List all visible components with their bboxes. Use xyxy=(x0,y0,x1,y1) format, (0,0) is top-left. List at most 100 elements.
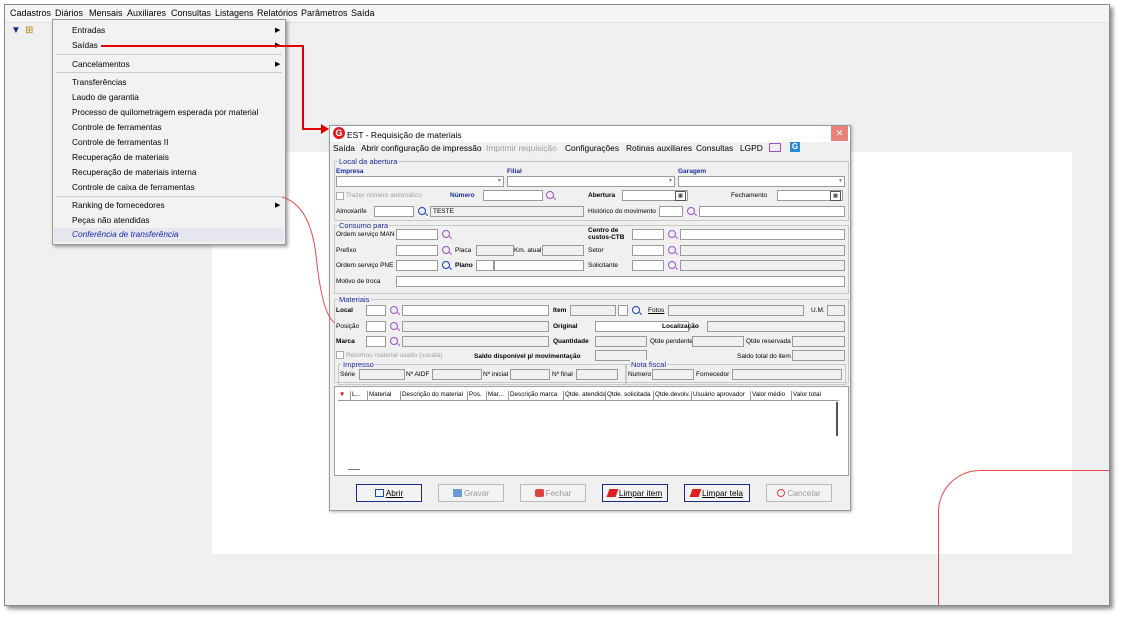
menu-parametros[interactable]: Parâmetros xyxy=(301,8,348,18)
marca-input[interactable] xyxy=(366,336,386,347)
wmenu-consultas[interactable]: Consultas xyxy=(696,143,733,153)
menu-consultas[interactable]: Consultas xyxy=(171,8,211,18)
col-header[interactable]: L... xyxy=(350,391,361,400)
quantidade-field[interactable] xyxy=(595,336,647,347)
fotos-link[interactable]: Fotos xyxy=(648,307,664,314)
wmenu-lgpd[interactable]: LGPD xyxy=(740,143,763,153)
search-icon[interactable] xyxy=(668,246,676,254)
calendar-icon[interactable]: ▦ xyxy=(675,191,686,201)
historico-code-input[interactable] xyxy=(659,206,683,217)
wmenu-rotinas[interactable]: Rotinas auxiliares xyxy=(626,143,692,153)
menu-item-laudo[interactable]: Laudo de garantia xyxy=(72,92,139,102)
col-header[interactable]: Descrição do material xyxy=(400,391,463,400)
menu-item-quilometragem[interactable]: Processo de quilometragem esperada por m… xyxy=(72,107,258,117)
col-header[interactable]: Pos. xyxy=(467,391,482,400)
close-button[interactable]: ✕ xyxy=(831,126,848,141)
limpar-item-button[interactable]: Limpar item xyxy=(602,484,668,502)
gravar-button[interactable]: Gravar xyxy=(438,484,504,502)
col-header[interactable]: Descrição marca xyxy=(508,391,557,400)
menu-item-saidas[interactable]: Saídas xyxy=(72,40,98,50)
retornou-checkbox[interactable] xyxy=(336,351,344,359)
os-man-input[interactable] xyxy=(396,229,438,240)
search-icon[interactable] xyxy=(687,207,695,215)
wmenu-configuracoes[interactable]: Configurações xyxy=(565,143,619,153)
search-icon[interactable] xyxy=(442,230,450,238)
chat-icon[interactable] xyxy=(769,143,781,152)
menu-item-caixa-ferramentas[interactable]: Controle de caixa de ferramentas xyxy=(72,182,195,192)
menu-mensais[interactable]: Mensais xyxy=(89,8,123,18)
menu-saida[interactable]: Saída xyxy=(351,8,375,18)
fechar-button[interactable]: Fechar xyxy=(520,484,586,502)
abertura-date[interactable]: ▦ xyxy=(622,190,688,201)
abrir-button[interactable]: Abrir xyxy=(356,484,422,502)
menu-cadastros[interactable]: Cadastros xyxy=(10,8,51,18)
menu-item-transferencias[interactable]: Transferências xyxy=(72,77,127,87)
menu-relatorios[interactable]: Relatórios xyxy=(257,8,298,18)
funnel-icon[interactable]: ▼ xyxy=(11,25,21,37)
col-header[interactable]: Usuário aprovador xyxy=(691,391,745,400)
setor-input[interactable] xyxy=(632,245,664,256)
prefixo-input[interactable] xyxy=(396,245,438,256)
search-icon[interactable] xyxy=(418,207,426,215)
item-dots-input[interactable] xyxy=(618,305,628,316)
plano-input[interactable] xyxy=(476,260,494,271)
menu-item-controle-ferramentas[interactable]: Controle de ferramentas xyxy=(72,122,161,132)
menu-auxiliares[interactable]: Auxiliares xyxy=(127,8,166,18)
menu-item-recuperacao-interna[interactable]: Recuperação de materiais interna xyxy=(72,167,197,177)
search-icon[interactable] xyxy=(390,306,398,314)
search-icon[interactable] xyxy=(390,322,398,330)
centro-custos-name[interactable] xyxy=(680,229,845,240)
group-label-impresso: Impresso xyxy=(342,360,375,369)
wmenu-abrir-config[interactable]: Abrir configuração de impressão xyxy=(361,143,482,153)
search-icon[interactable] xyxy=(668,261,676,269)
search-icon[interactable] xyxy=(442,261,450,269)
menu-item-conferencia[interactable]: Conferência de transferência xyxy=(72,229,179,239)
limpar-tela-button[interactable]: Limpar tela xyxy=(684,484,750,502)
historico-name-field[interactable] xyxy=(699,206,845,217)
menu-listagens[interactable]: Listagens xyxy=(215,8,254,18)
item-code-field xyxy=(570,305,616,316)
col-header[interactable]: Valor total xyxy=(791,391,821,400)
menu-item-entradas[interactable]: Entradas xyxy=(72,25,105,35)
submenu-arrow-icon: ▶ xyxy=(275,27,281,34)
wmenu-saida[interactable]: Saída xyxy=(333,143,355,153)
menu-diarios[interactable]: Diários xyxy=(55,8,83,18)
search-icon[interactable] xyxy=(546,191,554,199)
col-header[interactable]: Qtde. solicitada xyxy=(605,391,650,400)
menu-item-controle-ferramentas-ii[interactable]: Controle de ferramentas II xyxy=(72,137,168,147)
menu-item-pecas[interactable]: Peças não atendidas xyxy=(72,215,150,225)
almoxarife-code-input[interactable] xyxy=(374,206,414,217)
g-icon[interactable]: G xyxy=(790,142,800,152)
col-header[interactable]: Mar... xyxy=(486,391,504,400)
numero-input[interactable] xyxy=(483,190,543,201)
menu-item-cancelamentos[interactable]: Cancelamentos xyxy=(72,59,130,69)
col-header[interactable]: Qtde.devolv. xyxy=(653,391,690,400)
garagem-select[interactable]: ▼ xyxy=(678,176,845,187)
col-header[interactable]: Material xyxy=(367,391,391,400)
plano-name[interactable] xyxy=(494,260,584,271)
col-header[interactable]: Qtde. atendida xyxy=(563,391,606,400)
centro-custos-input[interactable] xyxy=(632,229,664,240)
os-pne-input[interactable] xyxy=(396,260,438,271)
search-icon[interactable] xyxy=(390,337,398,345)
search-icon[interactable] xyxy=(668,230,676,238)
filial-select[interactable]: ▼ xyxy=(507,176,675,187)
sort-arrow-icon[interactable]: ▼ xyxy=(338,391,345,400)
col-header[interactable]: Valor médio xyxy=(750,391,785,400)
menu-item-recuperacao[interactable]: Recuperação de materiais xyxy=(72,152,169,162)
wmenu-imprimir[interactable]: Imprimir requisição xyxy=(486,143,557,153)
search-icon[interactable] xyxy=(632,306,640,314)
posicao-input[interactable] xyxy=(366,321,386,332)
motivo-input[interactable] xyxy=(396,276,845,287)
empresa-select[interactable]: ▼ xyxy=(336,176,504,187)
tree-icon[interactable]: ⊞ xyxy=(25,25,33,37)
search-icon[interactable] xyxy=(442,246,450,254)
local-name[interactable] xyxy=(402,305,549,316)
grid-scrollbar[interactable] xyxy=(836,402,838,436)
solicitante-input[interactable] xyxy=(632,260,664,271)
menu-item-ranking[interactable]: Ranking de fornecedores xyxy=(72,200,165,210)
cancelar-button[interactable]: Cancelar xyxy=(766,484,832,502)
fechamento-date[interactable]: ▦ xyxy=(777,190,843,201)
local-input[interactable] xyxy=(366,305,386,316)
calendar-icon[interactable]: ▦ xyxy=(830,191,841,201)
